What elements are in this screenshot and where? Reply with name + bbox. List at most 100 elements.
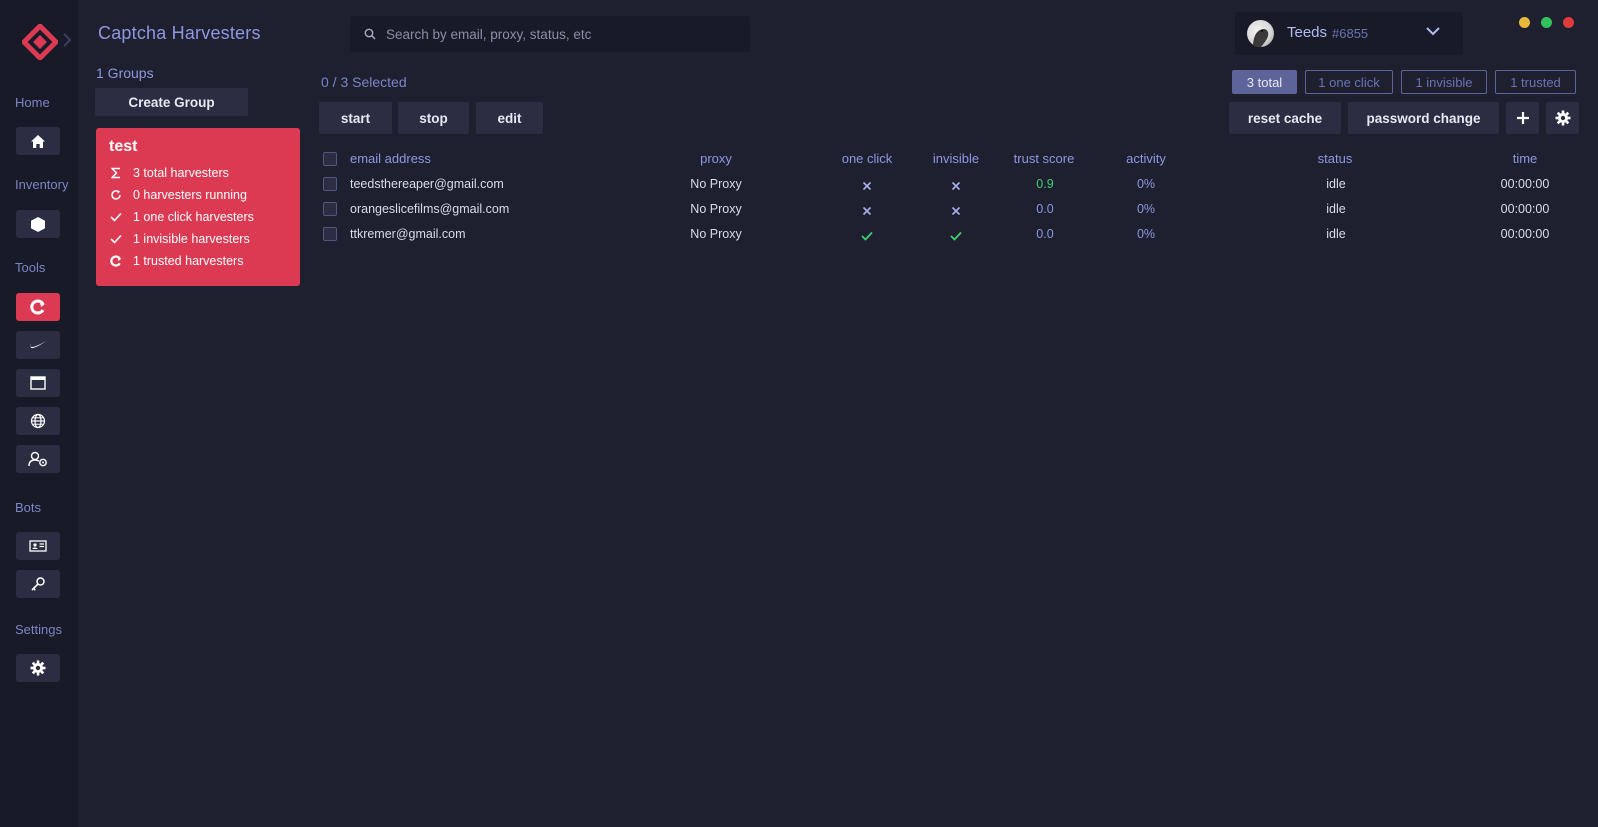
sigma-icon xyxy=(109,166,123,180)
browser-window-icon xyxy=(30,376,46,390)
column-header-status[interactable]: status xyxy=(1318,151,1353,166)
row-status: idle xyxy=(1326,227,1346,241)
sidebar-section-tools: Tools xyxy=(15,260,46,275)
check-mark-icon xyxy=(861,231,873,241)
row-proxy: No Proxy xyxy=(690,202,742,216)
nike-icon xyxy=(30,341,46,349)
sidebar-section-settings: Settings xyxy=(15,622,62,637)
row-status: idle xyxy=(1326,202,1346,216)
app-logo[interactable] xyxy=(22,24,58,60)
row-trust-score: 0.0 xyxy=(1036,227,1054,241)
row-time: 00:00:00 xyxy=(1500,202,1550,216)
search-bar[interactable] xyxy=(350,16,750,52)
row-activity: 0% xyxy=(1136,227,1156,241)
sidebar-item-captcha-harvesters[interactable] xyxy=(16,293,60,321)
group-stat-running: 0 harvesters running xyxy=(109,184,287,206)
group-stat-total: 3 total harvesters xyxy=(109,162,287,184)
row-email: orangeslicefilms@gmail.com xyxy=(350,202,510,216)
x-mark-icon xyxy=(862,206,872,216)
sidebar-item-home[interactable] xyxy=(16,127,60,155)
gear-icon xyxy=(1555,110,1570,126)
box-icon xyxy=(31,216,45,232)
table-settings-button[interactable] xyxy=(1546,102,1579,134)
x-mark-icon xyxy=(951,181,961,191)
sidebar-section-inventory: Inventory xyxy=(15,177,69,192)
row-activity: 0% xyxy=(1136,202,1156,216)
row-status: idle xyxy=(1326,177,1346,191)
group-stat-label: 0 harvesters running xyxy=(133,188,247,202)
column-header-email[interactable]: email address xyxy=(350,151,431,166)
captcha-icon xyxy=(30,299,45,315)
column-header-activity[interactable]: activity xyxy=(1126,151,1166,166)
chevron-down-icon[interactable] xyxy=(1425,26,1441,36)
column-header-time[interactable]: time xyxy=(1513,151,1538,166)
column-header-trust-score[interactable]: trust score xyxy=(1014,151,1075,166)
sidebar-item-nike[interactable] xyxy=(16,331,60,359)
gear-icon xyxy=(30,660,46,676)
password-change-button[interactable]: password change xyxy=(1348,102,1499,134)
row-proxy: No Proxy xyxy=(690,177,742,191)
user-menu[interactable]: Teeds #6855 xyxy=(1235,12,1463,55)
refresh-icon xyxy=(109,188,123,202)
search-input[interactable] xyxy=(386,26,726,42)
add-harvester-button[interactable] xyxy=(1506,102,1539,134)
row-time: 00:00:00 xyxy=(1500,227,1550,241)
row-checkbox[interactable] xyxy=(323,227,337,241)
sidebar-section-home: Home xyxy=(15,95,50,110)
sidebar-item-profiles[interactable] xyxy=(16,532,60,560)
window-close-button[interactable] xyxy=(1563,17,1574,28)
row-checkbox[interactable] xyxy=(323,177,337,191)
row-proxy: No Proxy xyxy=(690,227,742,241)
row-email: ttkremer@gmail.com xyxy=(350,227,466,241)
sidebar-item-inventory[interactable] xyxy=(16,210,60,238)
check-icon xyxy=(109,232,123,246)
group-card-test[interactable]: test 3 total harvesters 0 harvesters run… xyxy=(96,128,300,286)
username: Teeds xyxy=(1287,24,1328,41)
row-checkbox[interactable] xyxy=(323,202,337,216)
select-all-checkbox[interactable] xyxy=(323,152,337,166)
check-mark-icon xyxy=(950,231,962,241)
search-icon xyxy=(364,28,376,40)
groups-count: 1 Groups xyxy=(96,65,154,81)
window-maximize-button[interactable] xyxy=(1541,17,1552,28)
group-stat-label: 1 one click harvesters xyxy=(133,210,254,224)
sidebar-item-licenses[interactable] xyxy=(16,570,60,598)
home-icon xyxy=(31,134,45,148)
create-group-button[interactable]: Create Group xyxy=(95,88,248,116)
user-settings-icon xyxy=(28,451,47,467)
sidebar-item-settings[interactable] xyxy=(16,654,60,682)
sidebar-item-browser[interactable] xyxy=(16,369,60,397)
row-activity: 0% xyxy=(1136,177,1156,191)
column-header-invisible[interactable]: invisible xyxy=(933,151,979,166)
stop-button[interactable]: stop xyxy=(398,102,469,134)
window-minimize-button[interactable] xyxy=(1519,17,1530,28)
row-trust-score: 0.0 xyxy=(1036,202,1054,216)
filter-total[interactable]: 3 total xyxy=(1232,70,1297,94)
reset-cache-button[interactable]: reset cache xyxy=(1229,102,1341,134)
row-email: teedsthereaper@gmail.com xyxy=(350,177,504,191)
group-stat-label: 3 total harvesters xyxy=(133,166,229,180)
filter-one-click[interactable]: 1 one click xyxy=(1305,70,1393,94)
page-title: Captcha Harvesters xyxy=(98,23,261,43)
key-icon xyxy=(31,577,45,591)
sidebar-item-proxies[interactable] xyxy=(16,407,60,435)
group-name: test xyxy=(109,138,138,155)
edit-button[interactable]: edit xyxy=(476,102,543,134)
x-mark-icon xyxy=(951,206,961,216)
id-card-icon xyxy=(29,540,47,552)
column-header-proxy[interactable]: proxy xyxy=(700,151,732,166)
filter-trusted[interactable]: 1 trusted xyxy=(1495,70,1576,94)
sidebar-item-accounts[interactable] xyxy=(16,445,60,473)
group-stat-invisible: 1 invisible harvesters xyxy=(109,228,287,250)
group-stat-label: 1 invisible harvesters xyxy=(133,232,250,246)
row-trust-score: 0.9 xyxy=(1036,177,1054,191)
filter-invisible[interactable]: 1 invisible xyxy=(1401,70,1487,94)
sidebar-expand-chevron-icon[interactable] xyxy=(61,31,73,49)
group-stat-one-click: 1 one click harvesters xyxy=(109,206,287,228)
column-header-one-click[interactable]: one click xyxy=(842,151,893,166)
group-stat-label: 1 trusted harvesters xyxy=(133,254,244,268)
x-mark-icon xyxy=(862,181,872,191)
selection-count: 0 / 3 Selected xyxy=(321,74,407,90)
row-time: 00:00:00 xyxy=(1500,177,1550,191)
start-button[interactable]: start xyxy=(319,102,392,134)
